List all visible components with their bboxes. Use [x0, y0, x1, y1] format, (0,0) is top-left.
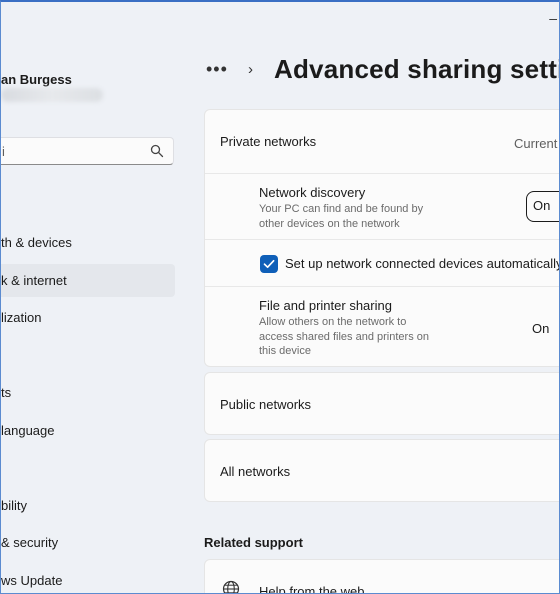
settings-window: – an Burgess i th & devices k & internet… [0, 0, 560, 594]
sidebar-item-accounts[interactable]: ts [1, 376, 176, 414]
globe-icon [222, 580, 240, 594]
private-networks-card: Private networks Current Network discove… [204, 109, 560, 367]
sidebar-item-apps[interactable] [1, 339, 176, 377]
file-printer-sharing-toggle[interactable]: On [532, 321, 549, 336]
sidebar-item-personalization[interactable]: lization [1, 301, 176, 339]
sidebar-item-windows-update[interactable]: ws Update [1, 564, 176, 594]
network-discovery-row: Network discovery Your PC can find and b… [205, 174, 560, 239]
page-title: Advanced sharing settings [274, 54, 560, 85]
search-icon[interactable] [150, 144, 164, 158]
sidebar-item-privacy-security[interactable]: & security [1, 526, 176, 564]
all-networks-card[interactable]: All networks [204, 439, 560, 502]
private-networks-title: Private networks [220, 134, 316, 149]
sidebar-nav: th & devices k & internet lization ts la… [1, 226, 176, 594]
sidebar-item-accessibility[interactable]: bility [1, 489, 176, 527]
help-from-web-card[interactable]: Help from the web [204, 559, 560, 594]
file-printer-sharing-description: Allow others on the network to access sh… [259, 315, 429, 359]
sidebar-item-gaming[interactable] [1, 451, 176, 489]
network-discovery-title: Network discovery [259, 185, 365, 200]
sidebar-item-bluetooth-devices[interactable]: th & devices [1, 226, 176, 264]
file-printer-sharing-row: File and printer sharing Allow others on… [205, 287, 560, 367]
file-printer-sharing-title: File and printer sharing [259, 298, 392, 313]
search-input[interactable]: i [0, 137, 174, 165]
checkmark-icon [260, 255, 278, 273]
private-networks-header[interactable]: Private networks Current [205, 110, 560, 173]
user-email-blurred [1, 88, 103, 102]
auto-setup-row: Set up network connected devices automat… [205, 240, 560, 286]
network-discovery-toggle[interactable]: On [526, 191, 560, 222]
breadcrumb: ••• › Advanced sharing settings [206, 54, 560, 85]
related-support-heading: Related support [204, 535, 303, 550]
current-profile-label: Current [514, 136, 557, 151]
chevron-right-icon: › [248, 61, 274, 78]
user-name: an Burgess [1, 72, 72, 87]
all-networks-title: All networks [220, 464, 290, 479]
auto-setup-checkbox[interactable] [260, 255, 278, 273]
sidebar-item-time-language[interactable]: language [1, 414, 176, 452]
search-value: i [2, 144, 5, 159]
public-networks-card[interactable]: Public networks [204, 372, 560, 435]
breadcrumb-overflow-button[interactable]: ••• [206, 59, 246, 80]
network-discovery-description: Your PC can find and be found by other d… [259, 202, 423, 231]
minimize-button[interactable]: – [549, 10, 557, 26]
auto-setup-label: Set up network connected devices automat… [285, 256, 560, 271]
sidebar-item-network-internet[interactable]: k & internet [1, 264, 176, 302]
public-networks-title: Public networks [220, 397, 311, 412]
